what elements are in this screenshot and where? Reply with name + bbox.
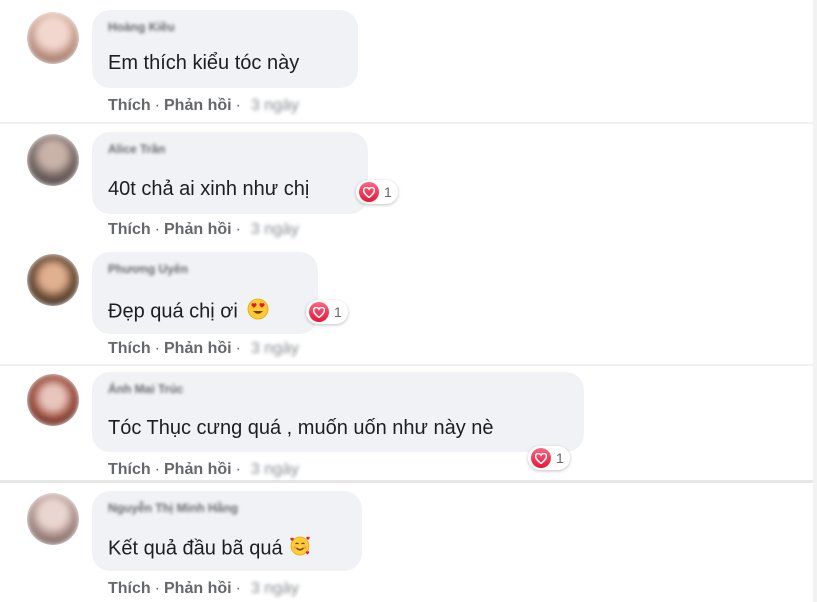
reaction-count[interactable]: 1 bbox=[306, 300, 348, 324]
comment-text: Đẹp quá chị ơi bbox=[108, 298, 269, 326]
separator: · bbox=[235, 97, 241, 114]
reaction-count[interactable]: 1 bbox=[528, 446, 570, 470]
avatar[interactable] bbox=[27, 374, 79, 426]
reaction-number: 1 bbox=[556, 450, 564, 466]
comment-bubble: Nguyễn Thị Minh Hằng Kết quả đầu bã quá bbox=[92, 491, 362, 571]
reaction-number: 1 bbox=[334, 304, 342, 320]
comment: Ánh Mai Trúc Tóc Thục cưng quá , muốn uố… bbox=[0, 366, 817, 480]
reply-button[interactable]: Phản hồi bbox=[164, 221, 232, 239]
reply-button[interactable]: Phản hồi bbox=[164, 97, 232, 115]
separator: · bbox=[235, 221, 241, 238]
commenter-name[interactable]: Alice Trần bbox=[108, 142, 165, 156]
comment-bubble: Hoàng Kiều Em thích kiểu tóc này bbox=[92, 10, 358, 88]
commenter-name[interactable]: Nguyễn Thị Minh Hằng bbox=[108, 501, 238, 515]
reply-button[interactable]: Phản hồi bbox=[164, 461, 232, 479]
like-button[interactable]: Thích bbox=[108, 340, 151, 358]
comment-actions: Thích · Phản hồi · 3 ngày bbox=[108, 580, 299, 598]
comment-text: Em thích kiểu tóc này bbox=[108, 52, 300, 74]
comment: Hoàng Kiều Em thích kiểu tóc này Thích ·… bbox=[0, 0, 817, 122]
like-button[interactable]: Thích bbox=[108, 461, 151, 479]
commenter-name[interactable]: Ánh Mai Trúc bbox=[108, 382, 183, 396]
timestamp[interactable]: 3 ngày bbox=[251, 580, 299, 598]
avatar[interactable] bbox=[27, 12, 79, 64]
reply-button[interactable]: Phản hồi bbox=[164, 340, 232, 358]
avatar[interactable] bbox=[27, 134, 79, 186]
timestamp[interactable]: 3 ngày bbox=[251, 461, 299, 479]
heart-eyes-emoji-icon bbox=[247, 298, 269, 326]
avatar[interactable] bbox=[27, 254, 79, 306]
separator: · bbox=[154, 580, 160, 597]
separator: · bbox=[235, 461, 241, 478]
comment: Phương Uyên Đẹp quá chị ơi 1 Thích · Phả… bbox=[0, 244, 817, 364]
timestamp[interactable]: 3 ngày bbox=[251, 340, 299, 358]
comment-text-content: Đẹp quá chị ơi bbox=[108, 300, 238, 323]
comment-actions: Thích · Phản hồi · 3 ngày bbox=[108, 221, 299, 239]
separator: · bbox=[154, 461, 160, 478]
reaction-number: 1 bbox=[384, 184, 392, 200]
separator: · bbox=[235, 580, 241, 597]
comment: Alice Trần 40t chả ai xinh như chị 1 Thí… bbox=[0, 124, 817, 244]
comment-text: 40t chả ai xinh như chị bbox=[108, 178, 310, 200]
comment-text-content: Kết quả đầu bã quá bbox=[108, 537, 283, 560]
love-reaction-icon bbox=[531, 448, 551, 468]
commenter-name[interactable]: Hoàng Kiều bbox=[108, 20, 175, 34]
timestamp[interactable]: 3 ngày bbox=[251, 97, 299, 115]
comment-bubble: Phương Uyên Đẹp quá chị ơi bbox=[92, 252, 318, 334]
comment-bubble: Ánh Mai Trúc Tóc Thục cưng quá , muốn uố… bbox=[92, 372, 584, 452]
reply-button[interactable]: Phản hồi bbox=[164, 580, 232, 598]
separator: · bbox=[154, 340, 160, 357]
like-button[interactable]: Thích bbox=[108, 221, 151, 239]
separator: · bbox=[235, 340, 241, 357]
smiling-face-with-hearts-emoji-icon bbox=[289, 535, 311, 563]
comment-text: Kết quả đầu bã quá bbox=[108, 535, 311, 563]
timestamp[interactable]: 3 ngày bbox=[251, 221, 299, 239]
love-reaction-icon bbox=[309, 302, 329, 322]
comment-bubble: Alice Trần 40t chả ai xinh như chị bbox=[92, 132, 368, 214]
separator: · bbox=[154, 221, 160, 238]
separator: · bbox=[154, 97, 160, 114]
comment-text: Tóc Thục cưng quá , muốn uốn như này nè bbox=[108, 417, 494, 439]
comment-actions: Thích · Phản hồi · 3 ngày bbox=[108, 461, 299, 479]
comment: Nguyễn Thị Minh Hằng Kết quả đầu bã quá … bbox=[0, 483, 817, 602]
like-button[interactable]: Thích bbox=[108, 580, 151, 598]
commenter-name[interactable]: Phương Uyên bbox=[108, 262, 188, 276]
reaction-count[interactable]: 1 bbox=[356, 180, 398, 204]
love-reaction-icon bbox=[359, 182, 379, 202]
comment-actions: Thích · Phản hồi · 3 ngày bbox=[108, 340, 299, 358]
like-button[interactable]: Thích bbox=[108, 97, 151, 115]
avatar[interactable] bbox=[27, 493, 79, 545]
comment-actions: Thích · Phản hồi · 3 ngày bbox=[108, 97, 299, 115]
